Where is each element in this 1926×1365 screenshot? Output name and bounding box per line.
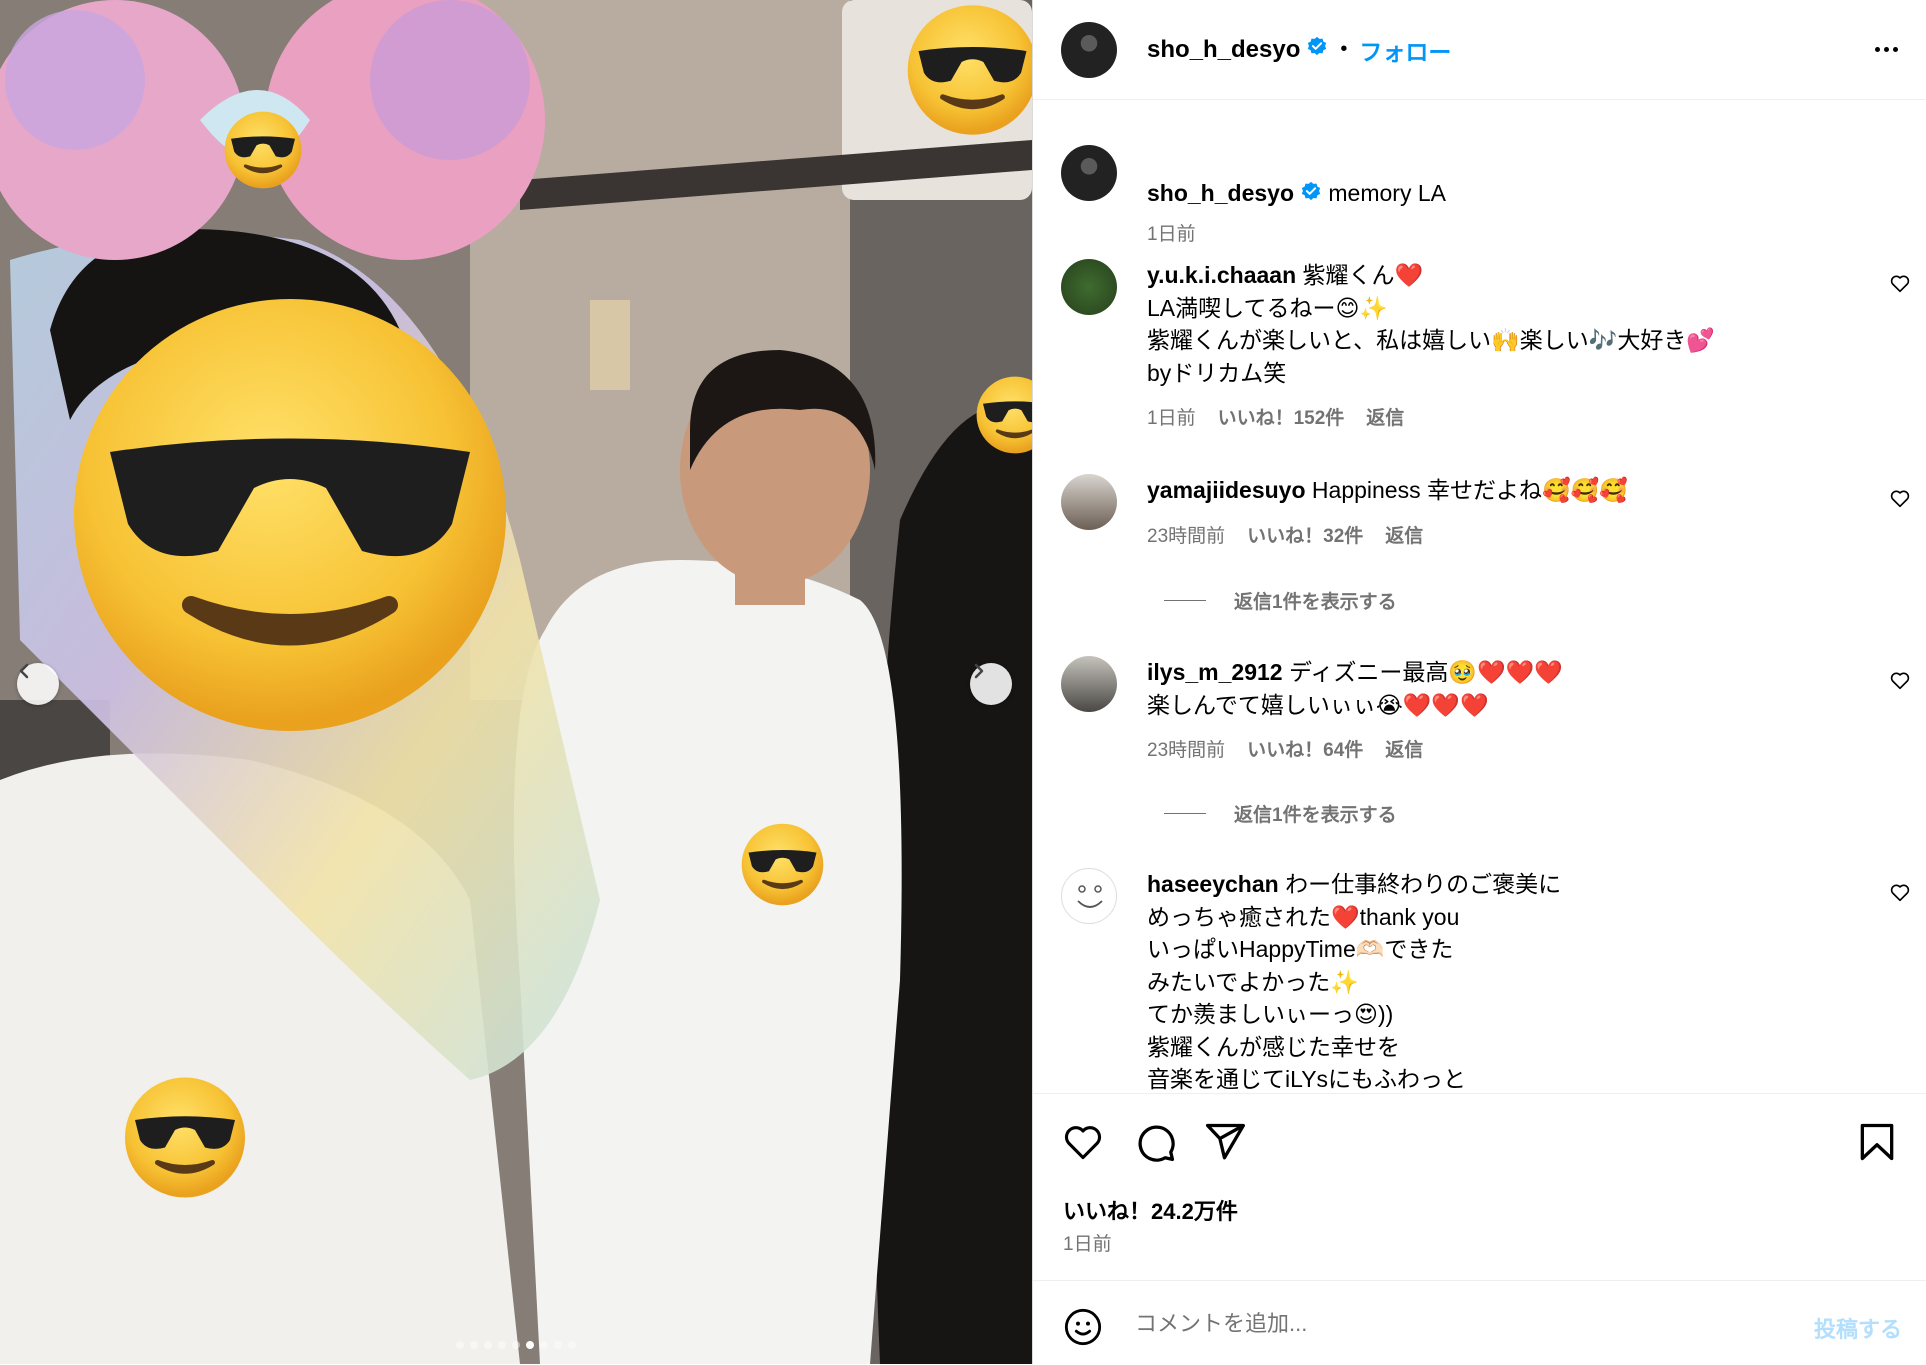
commenter-avatar[interactable] xyxy=(1061,868,1117,924)
commenter-avatar[interactable] xyxy=(1061,259,1117,315)
comment-item: haseeychan わー仕事終わりのご褒美に めっちゃ癒された❤️thank … xyxy=(1061,868,1911,1093)
reply-button[interactable]: 返信 xyxy=(1366,403,1404,430)
carousel-dot xyxy=(568,1341,576,1349)
post-side-panel: sho_h_desyo • フォロー sho_h_desyo memory LA… xyxy=(1032,0,1926,1364)
commenter-username[interactable]: y.u.k.i.chaaan xyxy=(1147,262,1296,288)
carousel-dot xyxy=(526,1341,534,1349)
like-comment-heart-icon[interactable] xyxy=(1889,882,1911,909)
post-like-count[interactable]: いいね！24.2万件 xyxy=(1063,1194,1238,1226)
post-comment-button[interactable]: 投稿する xyxy=(1814,1312,1902,1344)
caption-avatar[interactable] xyxy=(1061,145,1117,201)
next-slide-button[interactable] xyxy=(970,663,1012,705)
more-options-icon[interactable] xyxy=(1875,47,1898,52)
verified-badge-icon xyxy=(1300,179,1322,211)
comment-like-count[interactable]: いいね！64件 xyxy=(1247,735,1363,762)
post-actions: いいね！24.2万件 1日前 xyxy=(1033,1093,1926,1255)
header-separator: • xyxy=(1340,38,1348,60)
carousel-dot xyxy=(512,1341,520,1349)
previous-slide-button[interactable] xyxy=(17,663,59,705)
add-comment-bar: 投稿する xyxy=(1033,1280,1926,1365)
comment-input[interactable] xyxy=(1133,1301,1757,1347)
reply-button[interactable]: 返信 xyxy=(1385,735,1423,762)
comment-text: Happiness 幸せだよね🥰🥰🥰 xyxy=(1311,477,1628,503)
carousel-dot xyxy=(470,1341,478,1349)
follow-button[interactable]: フォロー xyxy=(1359,33,1451,67)
comment-time[interactable]: 23時間前 xyxy=(1147,521,1225,548)
post-time[interactable]: 1日前 xyxy=(1063,1229,1112,1256)
comment-item: yamajiidesuyo Happiness 幸せだよね🥰🥰🥰 23時間前 い… xyxy=(1061,474,1911,548)
view-replies-button[interactable]: 返信1件を表示する xyxy=(1164,587,1397,614)
post-header: sho_h_desyo • フォロー xyxy=(1033,0,1926,100)
comment-text: わー仕事終わりのご褒美に めっちゃ癒された❤️thank you いっぱいHap… xyxy=(1147,871,1562,1092)
comment-time[interactable]: 23時間前 xyxy=(1147,735,1225,762)
replies-divider-line xyxy=(1164,600,1206,601)
comments-list[interactable]: sho_h_desyo memory LA 1日前 y.u.k.i.chaaan… xyxy=(1033,101,1926,1093)
caption-time: 1日前 xyxy=(1147,223,1196,245)
commenter-avatar[interactable] xyxy=(1061,474,1117,530)
commenter-username[interactable]: ilys_m_2912 xyxy=(1147,659,1283,685)
reply-button[interactable]: 返信 xyxy=(1385,521,1423,548)
caption-username[interactable]: sho_h_desyo xyxy=(1147,180,1294,206)
view-replies-label: 返信1件を表示する xyxy=(1234,805,1397,826)
comment-icon[interactable] xyxy=(1133,1120,1177,1169)
caption: sho_h_desyo memory LA 1日前 xyxy=(1061,145,1911,246)
view-replies-button[interactable]: 返信1件を表示する xyxy=(1164,800,1397,827)
commenter-avatar[interactable] xyxy=(1061,656,1117,712)
carousel-dot xyxy=(498,1341,506,1349)
replies-divider-line xyxy=(1164,813,1206,814)
author-username[interactable]: sho_h_desyo xyxy=(1147,36,1300,64)
comment-time[interactable]: 1日前 xyxy=(1147,403,1196,430)
carousel-dot xyxy=(456,1341,464,1349)
post-photo[interactable] xyxy=(0,0,1032,1364)
heart-icon[interactable] xyxy=(1061,1120,1105,1169)
photo-illustration xyxy=(0,0,1032,1364)
smiley-avatar-icon xyxy=(1077,885,1103,908)
share-icon[interactable] xyxy=(1203,1120,1247,1169)
like-comment-heart-icon[interactable] xyxy=(1889,670,1911,697)
carousel-dot xyxy=(554,1341,562,1349)
comment-like-count[interactable]: いいね！152件 xyxy=(1218,403,1345,430)
carousel-indicator xyxy=(0,1341,1032,1349)
view-replies-label: 返信1件を表示する xyxy=(1234,592,1397,613)
caption-text: memory LA xyxy=(1328,180,1446,206)
like-comment-heart-icon[interactable] xyxy=(1889,273,1911,300)
comment-like-count[interactable]: いいね！32件 xyxy=(1247,521,1363,548)
comment-item: y.u.k.i.chaaan 紫耀くん❤️ LA満喫してるねー😊✨ 紫耀くんが楽… xyxy=(1061,259,1911,430)
author-avatar[interactable] xyxy=(1061,21,1117,78)
comment-item: ilys_m_2912 ディズニー最高🥹❤️❤️❤️ 楽しんでて嬉しいぃぃ😭❤️… xyxy=(1061,656,1911,762)
carousel-dot xyxy=(484,1341,492,1349)
carousel-dot xyxy=(540,1341,548,1349)
commenter-username[interactable]: yamajiidesuyo xyxy=(1147,477,1306,503)
emoji-icon[interactable] xyxy=(1063,1307,1103,1352)
like-comment-heart-icon[interactable] xyxy=(1889,488,1911,515)
verified-badge-icon xyxy=(1306,36,1328,63)
bookmark-icon[interactable] xyxy=(1855,1120,1899,1169)
commenter-username[interactable]: haseeychan xyxy=(1147,871,1279,897)
